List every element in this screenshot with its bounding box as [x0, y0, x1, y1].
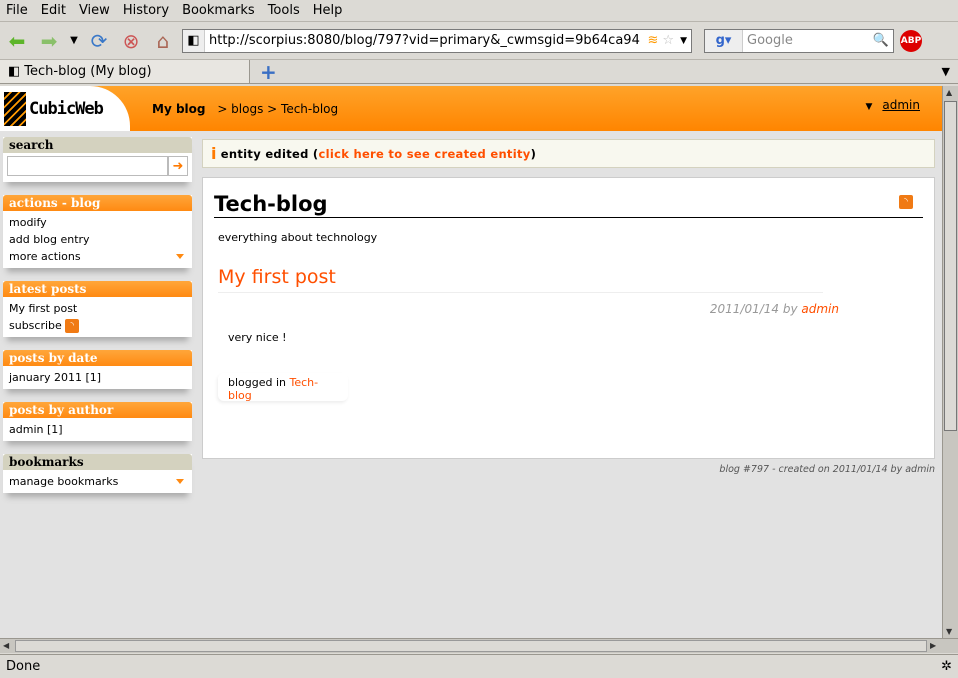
box-title: search — [3, 137, 192, 153]
menu-bar: File Edit View History Bookmarks Tools H… — [0, 0, 958, 22]
cubicweb-logo[interactable]: CubicWeb — [0, 86, 130, 131]
box-title: posts by date — [3, 350, 192, 366]
reload-icon[interactable]: ⟳ — [86, 28, 112, 54]
menu-help[interactable]: Help — [313, 3, 343, 18]
page-title: Tech-blog — [214, 192, 923, 218]
rss-feed-icon[interactable]: ≋ — [648, 33, 659, 48]
breadcrumb-path[interactable]: > blogs > Tech-blog — [217, 102, 338, 116]
action-add-blog-entry[interactable]: add blog entry — [9, 231, 186, 248]
scrollbar-thumb[interactable] — [15, 640, 927, 652]
adblock-icon[interactable]: ABP — [900, 29, 922, 52]
subscribe-link[interactable]: subscribe ◝ — [9, 317, 186, 334]
search-box: search ➜ — [3, 137, 192, 182]
main-content: Tech-blog ◝ everything about technology … — [202, 177, 935, 459]
back-icon[interactable]: ⬅ — [4, 28, 30, 54]
post-title-link[interactable]: My first post — [218, 266, 823, 293]
manage-bookmarks-link[interactable]: manage bookmarks — [9, 473, 186, 490]
action-modify[interactable]: modify — [9, 214, 186, 231]
latest-posts-box: latest posts My first post subscribe ◝ — [3, 281, 192, 337]
user-menu[interactable]: ▼ admin — [865, 98, 920, 112]
bug-icon[interactable]: ✲ — [941, 659, 958, 674]
blogged-in-label: blogged in — [228, 376, 287, 389]
menu-file[interactable]: File — [6, 3, 28, 18]
post-body: very nice ! — [228, 331, 287, 344]
url-bar[interactable]: ◧ http://scorpius:8080/blog/797?vid=prim… — [182, 28, 692, 53]
site-header: CubicWeb My blog > blogs > Tech-blog ▼ ad… — [0, 86, 942, 131]
page-viewport: CubicWeb My blog > blogs > Tech-blog ▼ ad… — [0, 86, 942, 638]
search-engine-box[interactable]: g▾ Google 🔍 — [704, 28, 894, 53]
search-input[interactable] — [7, 156, 168, 176]
action-more-actions[interactable]: more actions — [9, 248, 186, 265]
scroll-left-icon[interactable]: ◀ — [3, 641, 9, 650]
more-actions-label: more actions — [9, 250, 81, 263]
menu-tools[interactable]: Tools — [268, 3, 300, 18]
history-dropdown-icon[interactable]: ▼ — [68, 28, 80, 54]
info-message: i entity edited (click here to see creat… — [202, 139, 935, 168]
scrollbar-thumb[interactable] — [944, 101, 957, 431]
url-dropdown-icon[interactable]: ▼ — [680, 36, 687, 46]
box-title: actions - blog — [3, 195, 192, 211]
posts-by-author-box: posts by author admin [1] — [3, 402, 192, 441]
menu-edit[interactable]: Edit — [41, 3, 66, 18]
menu-history[interactable]: History — [123, 3, 169, 18]
blogged-in: blogged in Tech-blog — [218, 373, 348, 402]
message-text: entity edited ( — [220, 146, 319, 161]
google-icon[interactable]: g▾ — [705, 29, 743, 52]
status-text: Done — [6, 659, 41, 674]
scroll-right-icon[interactable]: ▶ — [930, 641, 936, 650]
author-link[interactable]: admin — [801, 302, 839, 316]
actions-box: actions - blog modify add blog entry mor… — [3, 195, 192, 268]
breadcrumb: My blog > blogs > Tech-blog — [152, 102, 338, 116]
site-favicon: ◧ — [183, 29, 205, 52]
subscribe-label: subscribe — [9, 319, 62, 332]
date-link[interactable]: january 2011 [1] — [9, 369, 186, 386]
chevron-down-icon[interactable]: ▼ — [865, 102, 872, 112]
menu-view[interactable]: View — [79, 3, 110, 18]
vertical-scrollbar[interactable]: ▲ ▼ — [942, 86, 958, 638]
tab-title: Tech-blog (My blog) — [24, 64, 152, 79]
post-meta: 2011/01/14 by admin — [710, 302, 839, 316]
new-tab-icon[interactable]: + — [250, 60, 277, 84]
chevron-down-icon[interactable] — [176, 479, 184, 484]
tab-bar: ◧ Tech-blog (My blog) + ▼ — [0, 60, 958, 84]
tab-list-icon[interactable]: ▼ — [942, 60, 958, 83]
tab-tech-blog[interactable]: ◧ Tech-blog (My blog) — [0, 60, 250, 83]
rss-icon[interactable]: ◝ — [899, 195, 913, 209]
entity-footer: blog #797 - created on 2011/01/14 by adm… — [719, 464, 935, 475]
box-title: latest posts — [3, 281, 192, 297]
blog-description: everything about technology — [218, 231, 378, 244]
search-submit-button[interactable]: ➜ — [168, 156, 188, 176]
box-title: bookmarks — [3, 454, 192, 470]
forward-icon[interactable]: ➡ — [36, 28, 62, 54]
scroll-down-icon[interactable]: ▼ — [946, 627, 952, 636]
bookmark-star-icon[interactable]: ☆ — [662, 33, 674, 48]
search-icon[interactable]: 🔍 — [873, 33, 893, 48]
menu-bookmarks[interactable]: Bookmarks — [182, 3, 255, 18]
home-icon[interactable]: ⌂ — [150, 28, 176, 54]
horizontal-scrollbar[interactable]: ◀ ▶ — [0, 638, 958, 653]
manage-bookmarks-label: manage bookmarks — [9, 475, 119, 488]
chevron-down-icon[interactable] — [176, 254, 184, 259]
logo-text: CubicWeb — [29, 98, 104, 119]
status-bar: Done ✲ — [0, 654, 958, 678]
stop-icon[interactable]: ⊗ — [118, 28, 144, 54]
created-entity-link[interactable]: click here to see created entity — [318, 147, 530, 161]
message-close-paren: ) — [530, 146, 537, 161]
info-icon: i — [211, 144, 217, 163]
tab-favicon: ◧ — [8, 64, 21, 79]
sidebar: search ➜ actions - blog modify add blog … — [3, 137, 192, 506]
posts-by-date-box: posts by date january 2011 [1] — [3, 350, 192, 389]
bookmarks-box: bookmarks manage bookmarks — [3, 454, 192, 493]
user-link[interactable]: admin — [882, 98, 920, 112]
search-placeholder[interactable]: Google — [743, 33, 873, 48]
rss-icon[interactable]: ◝ — [65, 319, 80, 333]
nav-toolbar: ⬅ ➡ ▼ ⟳ ⊗ ⌂ ◧ http://scorpius:8080/blog/… — [0, 22, 958, 60]
url-text[interactable]: http://scorpius:8080/blog/797?vid=primar… — [205, 33, 648, 48]
post-link[interactable]: My first post — [9, 300, 186, 317]
site-link[interactable]: My blog — [152, 102, 205, 116]
scroll-up-icon[interactable]: ▲ — [946, 88, 952, 97]
post-date: 2011/01/14 by — [709, 302, 798, 316]
box-title: posts by author — [3, 402, 192, 418]
author-link[interactable]: admin [1] — [9, 421, 186, 438]
